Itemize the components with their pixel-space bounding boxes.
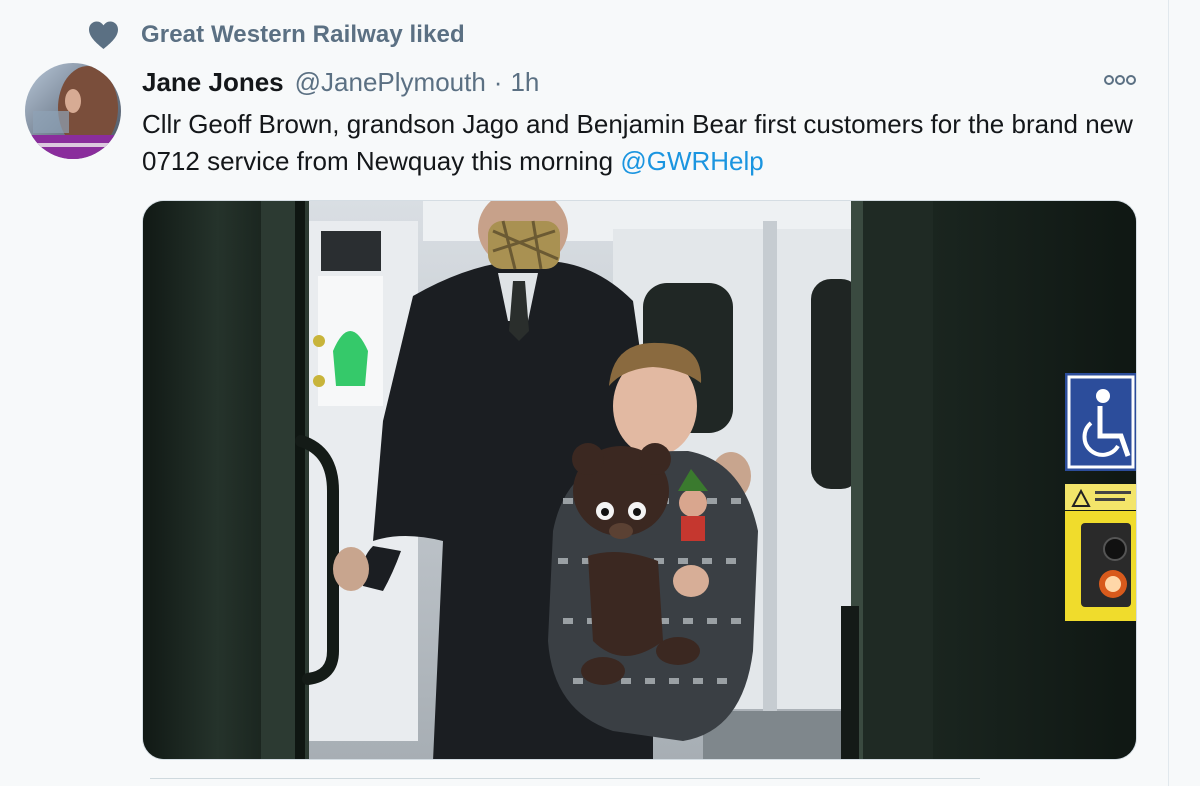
author-handle[interactable]: @JanePlymouth (295, 67, 486, 98)
wheelchair-icon (1065, 373, 1136, 471)
more-options-icon (1103, 73, 1137, 91)
column-divider (1168, 0, 1169, 786)
social-context-text[interactable]: Great Western Railway liked (141, 21, 465, 49)
heart-icon (86, 19, 120, 51)
author-name[interactable]: Jane Jones (142, 67, 284, 98)
tweet-text: Cllr Geoff Brown, grandson Jago and Benj… (142, 106, 1142, 180)
bottom-divider (150, 778, 980, 786)
mention-link[interactable]: @GWRHelp (620, 146, 763, 176)
avatar[interactable] (25, 63, 121, 159)
tweet-card[interactable]: Great Western Railway liked Jane Jones @… (0, 0, 1169, 786)
tweet-header: Jane Jones @JanePlymouth · 1h (142, 64, 539, 100)
more-options-button[interactable] (1102, 72, 1138, 92)
separator-dot: · (493, 66, 503, 97)
social-context: Great Western Railway liked (86, 16, 465, 54)
tweet-time[interactable]: 1h (510, 67, 539, 98)
door-button-icon (1065, 511, 1136, 621)
caution-icon (1065, 484, 1136, 510)
tweet-photo[interactable] (142, 200, 1137, 760)
